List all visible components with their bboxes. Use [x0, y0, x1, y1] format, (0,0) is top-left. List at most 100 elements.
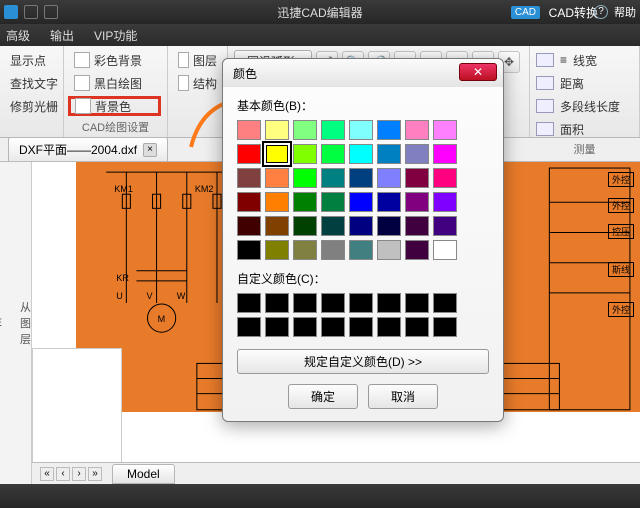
- color-swatch[interactable]: [405, 192, 429, 212]
- menu-advanced[interactable]: 高级: [6, 27, 30, 44]
- color-swatch[interactable]: [433, 120, 457, 140]
- help-link[interactable]: 帮助: [614, 4, 636, 20]
- cad-convert-link[interactable]: CAD转换: [549, 4, 598, 21]
- color-swatch[interactable]: [237, 192, 261, 212]
- color-swatch[interactable]: [293, 240, 317, 260]
- custom-swatch[interactable]: [349, 317, 373, 337]
- ritem-findtext[interactable]: 查找文字: [6, 73, 57, 93]
- color-swatch[interactable]: [293, 192, 317, 212]
- custom-swatch[interactable]: [293, 317, 317, 337]
- color-swatch[interactable]: [433, 216, 457, 236]
- color-swatch[interactable]: [433, 240, 457, 260]
- dialog-close-button[interactable]: ✕: [459, 63, 497, 81]
- custom-swatch[interactable]: [349, 293, 373, 313]
- dialog-titlebar[interactable]: 颜色 ✕: [223, 59, 503, 87]
- color-swatch[interactable]: [321, 192, 345, 212]
- cancel-button[interactable]: 取消: [368, 384, 438, 409]
- color-swatch[interactable]: [321, 240, 345, 260]
- color-swatch[interactable]: [265, 192, 289, 212]
- color-swatch[interactable]: [433, 144, 457, 164]
- close-icon[interactable]: ×: [143, 143, 157, 157]
- undo-icon[interactable]: [24, 5, 38, 19]
- color-swatch[interactable]: [293, 144, 317, 164]
- color-swatch[interactable]: [405, 240, 429, 260]
- color-swatch[interactable]: [293, 120, 317, 140]
- meas-polylen[interactable]: 多段线长度: [536, 96, 633, 116]
- color-swatch[interactable]: [349, 240, 373, 260]
- custom-swatch[interactable]: [237, 293, 261, 313]
- color-swatch[interactable]: [265, 216, 289, 236]
- color-swatch[interactable]: [237, 144, 261, 164]
- meas-distance[interactable]: 距离: [536, 73, 633, 93]
- custom-swatch[interactable]: [321, 317, 345, 337]
- doc-tab-active[interactable]: DXF平面——2004.dxf ×: [8, 137, 168, 161]
- custom-swatch[interactable]: [405, 317, 429, 337]
- color-swatch[interactable]: [405, 144, 429, 164]
- color-swatch[interactable]: [321, 144, 345, 164]
- basic-colors-grid: [237, 120, 489, 260]
- custom-swatch[interactable]: [293, 293, 317, 313]
- meas-area[interactable]: 面积: [536, 119, 633, 139]
- color-swatch[interactable]: [377, 120, 401, 140]
- color-swatch[interactable]: [293, 216, 317, 236]
- redo-icon[interactable]: [44, 5, 58, 19]
- define-custom-button[interactable]: 规定自定义颜色(D) >>: [237, 349, 489, 374]
- color-swatch[interactable]: [433, 192, 457, 212]
- color-swatch[interactable]: [237, 240, 261, 260]
- color-swatch[interactable]: [377, 168, 401, 188]
- color-swatch[interactable]: [321, 216, 345, 236]
- tab-nav-last[interactable]: »: [88, 467, 102, 481]
- svg-text:KM1: KM1: [114, 184, 133, 194]
- color-swatch[interactable]: [377, 144, 401, 164]
- custom-swatch[interactable]: [265, 317, 289, 337]
- custom-swatch[interactable]: [265, 293, 289, 313]
- ritem-layer[interactable]: 图层: [174, 50, 221, 70]
- custom-swatch[interactable]: [321, 293, 345, 313]
- color-swatch[interactable]: [265, 120, 289, 140]
- color-swatch[interactable]: [265, 240, 289, 260]
- ritem-bgcolor[interactable]: 背景色: [68, 96, 161, 116]
- color-swatch[interactable]: [405, 216, 429, 236]
- custom-swatch[interactable]: [405, 293, 429, 313]
- meas-linewidth[interactable]: ≡线宽: [536, 50, 633, 70]
- color-swatch[interactable]: [405, 168, 429, 188]
- color-swatch[interactable]: [237, 216, 261, 236]
- custom-swatch[interactable]: [377, 317, 401, 337]
- color-swatch[interactable]: [321, 168, 345, 188]
- ritem-bw[interactable]: 黑白绘图: [70, 73, 161, 93]
- color-swatch[interactable]: [265, 168, 289, 188]
- color-swatch[interactable]: [265, 144, 289, 164]
- color-swatch[interactable]: [349, 168, 373, 188]
- ritem-clipraster[interactable]: 修剪光栅: [6, 96, 57, 116]
- tab-nav-next[interactable]: ›: [72, 467, 86, 481]
- color-swatch[interactable]: [377, 216, 401, 236]
- layout-tab-model[interactable]: Model: [112, 464, 175, 484]
- tab-nav-prev[interactable]: ‹: [56, 467, 70, 481]
- color-swatch[interactable]: [293, 168, 317, 188]
- doc-tab-label: DXF平面——2004.dxf: [19, 141, 137, 158]
- ok-button[interactable]: 确定: [288, 384, 358, 409]
- custom-swatch[interactable]: [433, 293, 457, 313]
- color-swatch[interactable]: [321, 120, 345, 140]
- color-swatch[interactable]: [377, 192, 401, 212]
- color-swatch[interactable]: [237, 168, 261, 188]
- help-icon[interactable]: ?: [594, 5, 608, 19]
- menu-output[interactable]: 输出: [50, 27, 74, 44]
- color-swatch[interactable]: [377, 240, 401, 260]
- ritem-showpoint[interactable]: 显示点: [6, 50, 57, 70]
- tab-nav-first[interactable]: «: [40, 467, 54, 481]
- color-swatch[interactable]: [349, 216, 373, 236]
- color-swatch[interactable]: [349, 120, 373, 140]
- color-swatch[interactable]: [237, 120, 261, 140]
- custom-swatch[interactable]: [433, 317, 457, 337]
- custom-swatch[interactable]: [237, 317, 261, 337]
- menu-vip[interactable]: VIP功能: [94, 27, 137, 44]
- ritem-colorbg[interactable]: 彩色背景: [70, 50, 161, 70]
- polyline-icon: [536, 99, 554, 113]
- color-swatch[interactable]: [433, 168, 457, 188]
- ritem-struct[interactable]: 结构: [174, 73, 221, 93]
- color-swatch[interactable]: [405, 120, 429, 140]
- custom-swatch[interactable]: [377, 293, 401, 313]
- color-swatch[interactable]: [349, 192, 373, 212]
- color-swatch[interactable]: [349, 144, 373, 164]
